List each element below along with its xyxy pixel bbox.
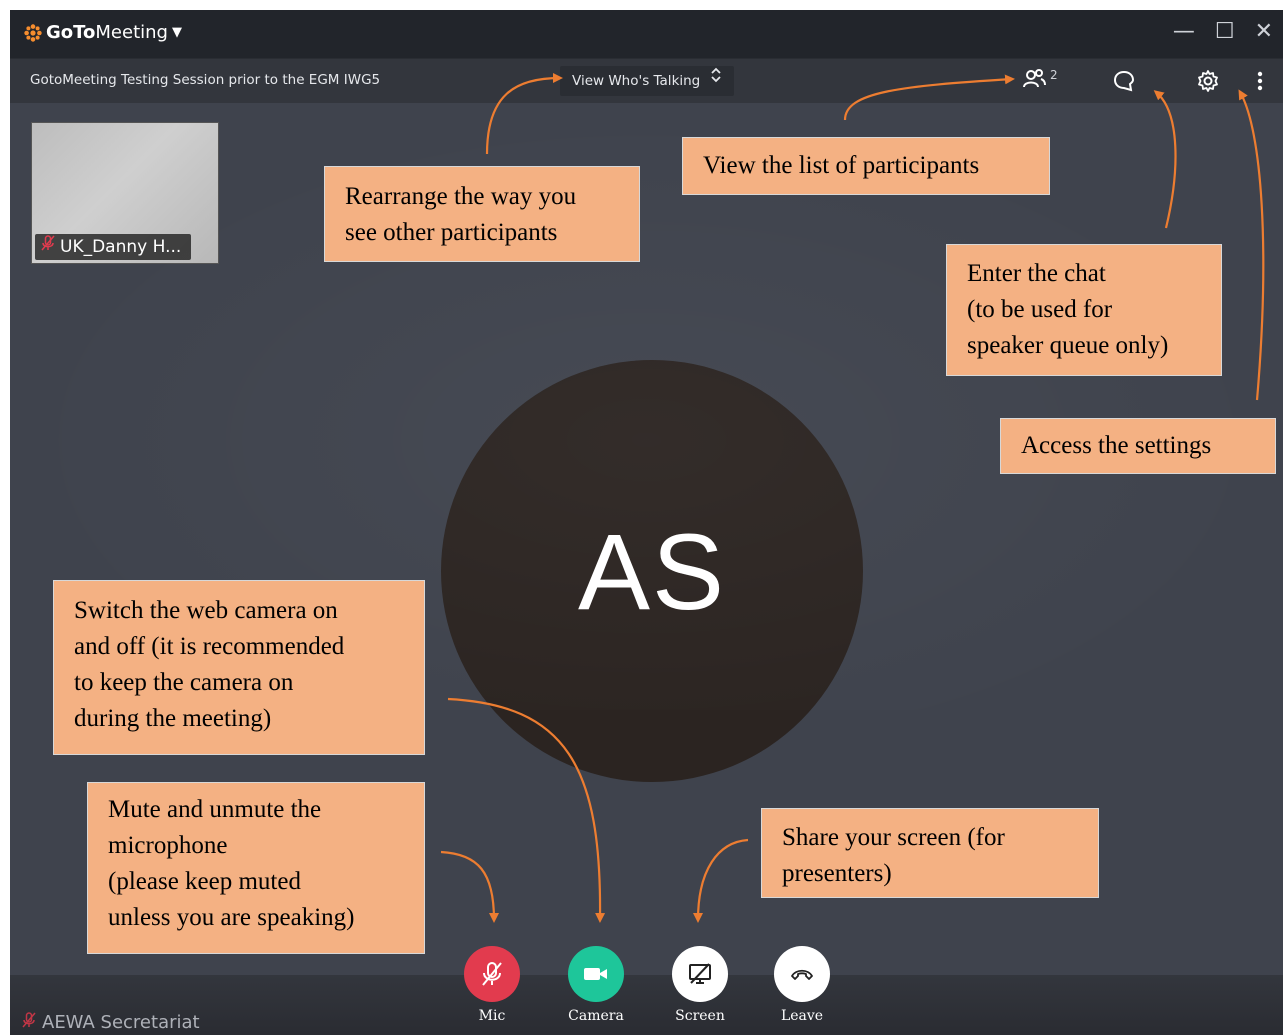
callout-camera: Switch the web camera on and off (it is … (53, 580, 425, 755)
brand-goto: GoTo (46, 22, 96, 43)
screen-button-circle[interactable] (672, 946, 728, 1002)
mic-label: Mic (478, 1008, 506, 1024)
screen-share-button[interactable]: Screen (670, 946, 730, 1024)
phone-hangup-icon (791, 969, 813, 980)
callout-mic: Mute and unmute the microphone (please k… (87, 782, 425, 954)
camera-button[interactable]: Camera (566, 946, 626, 1024)
camera-icon (584, 968, 607, 980)
screen-label: Screen (675, 1008, 725, 1024)
participants-icon (1023, 69, 1046, 88)
leave-button[interactable]: Leave (772, 946, 832, 1024)
participant-name-tag: UK_Danny H... (35, 234, 192, 260)
more-vertical-icon (1257, 71, 1263, 91)
title-bar: GoToMeeting ▼ — ☐ ✕ (10, 10, 1283, 58)
caret-down-icon: ▼ (171, 25, 182, 40)
participants-button[interactable]: 2 (1022, 68, 1058, 90)
gear-icon (1198, 70, 1218, 92)
active-speaker-avatar: AS (441, 360, 863, 782)
own-name: AEWA Secretariat (42, 1012, 200, 1033)
view-mode-select[interactable]: View Who's Talking (560, 66, 735, 96)
chat-bubble-icon (1113, 70, 1135, 92)
maximize-button[interactable]: ☐ (1215, 20, 1235, 44)
participant-name: UK_Danny H... (60, 237, 182, 257)
close-button[interactable]: ✕ (1255, 20, 1273, 44)
camera-button-circle[interactable] (568, 946, 624, 1002)
chevron-updown-icon (711, 67, 721, 83)
chat-button[interactable] (1112, 69, 1136, 97)
own-name-tag: AEWA Secretariat (22, 1012, 200, 1033)
leave-label: Leave (780, 1008, 824, 1024)
avatar-initials: AS (577, 510, 727, 632)
brand-meeting: Meeting (95, 22, 168, 43)
callout-settings: Access the settings (1000, 418, 1276, 474)
view-mode-value: View Who's Talking (572, 73, 701, 89)
participants-count: 2 (1050, 68, 1058, 82)
callout-screen-share: Share your screen (for presenters) (761, 808, 1099, 898)
minimize-button[interactable]: — (1173, 20, 1195, 44)
callout-rearrange-view: Rearrange the way you see other particip… (324, 166, 640, 262)
screen-share-off-icon (689, 963, 711, 984)
mic-off-icon (482, 962, 502, 986)
camera-label: Camera (568, 1008, 624, 1024)
meeting-toolbar: GotoMeeting Testing Session prior to the… (10, 58, 1283, 103)
participant-video-tile[interactable]: UK_Danny H... (31, 122, 219, 264)
mic-button[interactable]: Mic (462, 946, 522, 1024)
more-options-button[interactable] (1256, 69, 1264, 97)
bottom-control-bar (10, 975, 1283, 1035)
mic-off-icon (22, 1012, 36, 1033)
mic-button-circle[interactable] (464, 946, 520, 1002)
settings-button[interactable] (1196, 69, 1220, 97)
leave-button-circle[interactable] (774, 946, 830, 1002)
gotomeeting-logo-icon (24, 23, 42, 42)
session-title: GotoMeeting Testing Session prior to the… (30, 72, 381, 88)
app-menu-button[interactable]: GoToMeeting ▼ (24, 22, 182, 43)
callout-participants-list: View the list of participants (682, 137, 1050, 195)
callout-chat: Enter the chat (to be used for speaker q… (946, 244, 1222, 376)
mic-off-icon (41, 234, 55, 260)
